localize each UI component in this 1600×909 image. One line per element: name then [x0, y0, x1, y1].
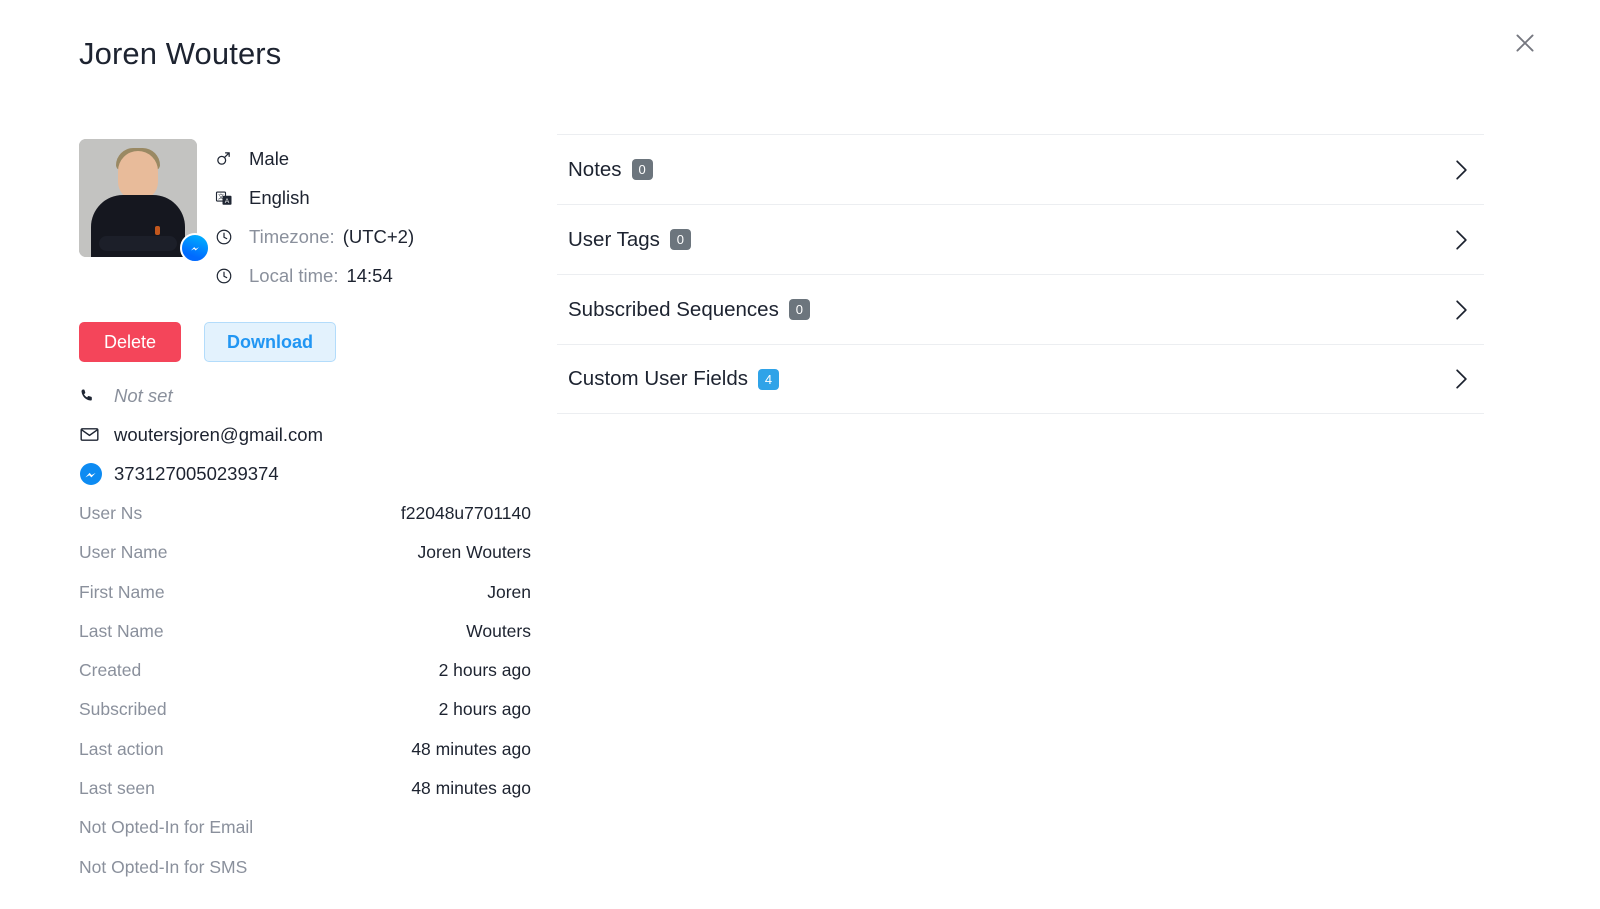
field-value: Joren Wouters [417, 542, 531, 563]
table-row: Last action 48 minutes ago [79, 739, 531, 778]
section-row-subscribed-sequences[interactable]: Subscribed Sequences 0 [557, 274, 1484, 344]
field-label: Subscribed [79, 699, 167, 720]
table-row: Created 2 hours ago [79, 660, 531, 699]
contact-row-email: woutersjoren@gmail.com [79, 415, 531, 454]
profile-panel: Male A 文 English Timezone: (UTC+2) Local… [79, 139, 531, 896]
contact-value-email: woutersjoren@gmail.com [114, 423, 323, 445]
table-row: User Name Joren Wouters [79, 542, 531, 581]
section-left: User Tags 0 [557, 228, 691, 252]
svg-text:A: A [225, 197, 230, 204]
meta-row-gender: Male [215, 139, 414, 178]
field-value: 2 hours ago [438, 660, 531, 681]
section-left: Custom User Fields 4 [557, 367, 779, 391]
avatar-face [118, 151, 158, 200]
delete-button[interactable]: Delete [79, 322, 182, 362]
avatar-logo-detail [154, 226, 160, 235]
section-row-user-tags[interactable]: User Tags 0 [557, 204, 1484, 274]
meta-label-timezone: Timezone: [249, 225, 335, 247]
messenger-icon [190, 246, 199, 251]
close-icon [1516, 34, 1534, 52]
chevron-right-icon[interactable] [1455, 229, 1484, 251]
table-row: Subscribed 2 hours ago [79, 699, 531, 738]
status-badge: 4 [758, 368, 779, 390]
field-value: Wouters [466, 620, 531, 641]
clock-icon [215, 228, 241, 246]
meta-row-local-time: Local time: 14:54 [215, 256, 414, 295]
table-row: Last Name Wouters [79, 621, 531, 660]
chevron-right-icon[interactable] [1455, 159, 1484, 181]
clock-icon [215, 267, 241, 285]
section-left: Subscribed Sequences 0 [557, 298, 810, 322]
field-label: Last action [79, 738, 164, 759]
profile-meta-list: Male A 文 English Timezone: (UTC+2) Local… [215, 139, 414, 295]
section-row-notes[interactable]: Notes 0 [557, 134, 1484, 204]
status-badge: 0 [788, 299, 810, 320]
field-label: Not Opted-In for SMS [79, 856, 248, 877]
table-row: Not Opted-In for SMS [79, 857, 531, 896]
section-label: Notes [568, 157, 622, 181]
status-badge: 0 [669, 229, 691, 250]
phone-icon [79, 387, 109, 404]
download-button[interactable]: Download [204, 322, 337, 362]
table-row: Not Opted-In for Email [79, 817, 531, 856]
meta-row-timezone: Timezone: (UTC+2) [215, 217, 414, 256]
field-value: Joren [487, 581, 531, 602]
table-row: Last seen 48 minutes ago [79, 778, 531, 817]
status-badge: 0 [631, 159, 653, 180]
contact-value-messenger: 3731270050239374 [114, 462, 279, 484]
contact-value-phone: Not set [114, 384, 173, 406]
contact-row-phone: Not set [79, 376, 531, 415]
field-label: Last seen [79, 778, 155, 799]
field-value: 48 minutes ago [411, 738, 531, 759]
section-label: Custom User Fields [568, 367, 748, 390]
svg-text:文: 文 [218, 193, 224, 201]
field-label: Not Opted-In for Email [79, 817, 254, 838]
field-value: f22048u7701140 [400, 503, 531, 523]
meta-value-language: English [249, 186, 310, 208]
gender-male-icon [215, 150, 241, 167]
section-left: Notes 0 [557, 158, 653, 182]
field-label: First Name [79, 581, 165, 602]
profile-summary: Male A 文 English Timezone: (UTC+2) Local… [79, 139, 531, 295]
messenger-channel-badge [180, 233, 210, 263]
sections-panel: Notes 0 User Tags 0 Subscribed Sequences… [557, 134, 1484, 414]
table-row: First Name Joren [79, 582, 531, 621]
section-label: User Tags [568, 227, 660, 251]
field-label: User Ns [79, 503, 143, 523]
avatar [79, 139, 197, 257]
page-title: Joren Wouters [79, 36, 282, 71]
avatar-arms [99, 236, 177, 251]
user-fields-table: User Ns f22048u7701140 User Name Joren W… [79, 503, 531, 896]
language-icon: A 文 [215, 189, 241, 207]
close-button[interactable] [1508, 26, 1542, 60]
section-row-custom-user-fields[interactable]: Custom User Fields 4 [557, 344, 1484, 414]
messenger-icon [79, 462, 109, 486]
meta-label-local-time: Local time: [249, 264, 339, 286]
field-value: 2 hours ago [438, 699, 531, 720]
field-label: Created [79, 660, 142, 681]
table-row: User Ns f22048u7701140 [79, 503, 531, 542]
field-value: 48 minutes ago [411, 778, 531, 799]
meta-value-timezone: (UTC+2) [342, 225, 415, 247]
meta-value-gender: Male [249, 147, 290, 169]
profile-actions: Delete Download [79, 322, 531, 362]
email-icon [79, 424, 109, 445]
avatar-wrapper [79, 139, 210, 263]
field-label: User Name [79, 542, 168, 563]
section-label: Subscribed Sequences [568, 297, 779, 321]
chevron-right-icon[interactable] [1455, 299, 1484, 321]
field-label: Last Name [79, 620, 164, 641]
contact-row-messenger: 3731270050239374 [79, 454, 531, 493]
chevron-right-icon[interactable] [1455, 368, 1484, 390]
meta-value-local-time: 14:54 [346, 264, 393, 286]
meta-row-language: A 文 English [215, 178, 414, 217]
